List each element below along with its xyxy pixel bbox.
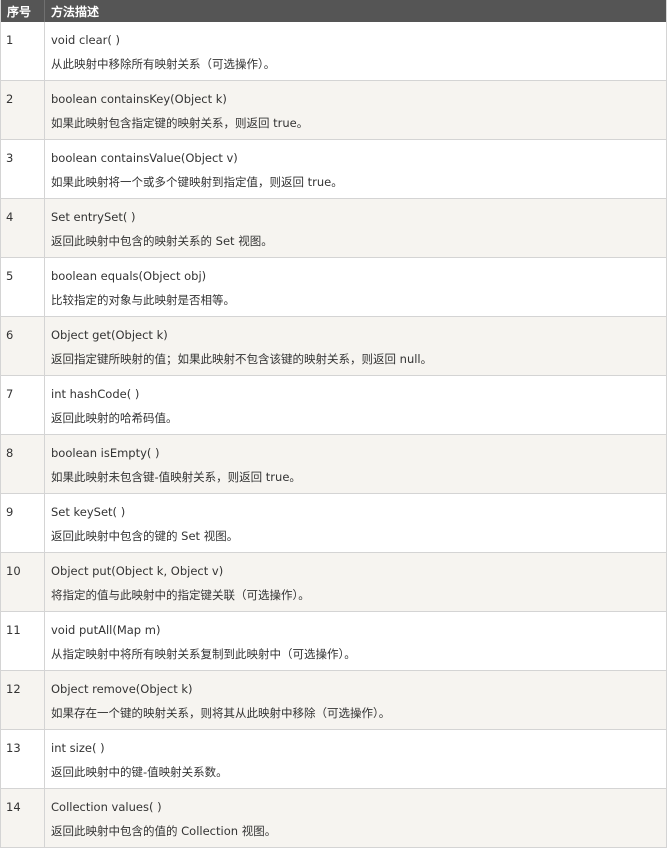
- method-cell-content: boolean equals(Object obj) 比较指定的对象与此映射是否相…: [45, 258, 666, 307]
- method-signature: void clear( ): [51, 33, 120, 47]
- row-index: 9: [0, 493, 45, 553]
- method-signature: Object remove(Object k): [51, 682, 193, 696]
- method-signature: Object put(Object k, Object v): [51, 564, 224, 578]
- header-index: 序号: [0, 0, 45, 22]
- method-signature: boolean equals(Object obj): [51, 269, 207, 283]
- method-cell-content: Set keySet( ) 返回此映射中包含的键的 Set 视图。: [45, 494, 666, 543]
- method-description: 返回此映射的哈希码值。: [51, 411, 178, 425]
- method-cell-content: Object remove(Object k) 如果存在一个键的映射关系，则将其从…: [45, 671, 666, 720]
- method-signature: boolean isEmpty( ): [51, 446, 160, 460]
- table-row: 3 boolean containsValue(Object v) 如果此映射将一个…: [0, 139, 667, 199]
- row-index: 13: [0, 729, 45, 789]
- method-signature: Collection values( ): [51, 800, 162, 814]
- method-cell-content: Object put(Object k, Object v) 将指定的值与此映射中…: [45, 553, 666, 602]
- table-row: 6 Object get(Object k) 返回指定键所映射的值；如果此映射不包含…: [0, 316, 667, 376]
- row-index: 2: [0, 80, 45, 140]
- row-method-cell: Object remove(Object k) 如果存在一个键的映射关系，则将其从…: [44, 670, 667, 730]
- method-signature: Set entrySet( ): [51, 210, 136, 224]
- method-signature: Set keySet( ): [51, 505, 126, 519]
- row-method-cell: Collection values( ) 返回此映射中包含的值的 Collecti…: [44, 788, 667, 848]
- row-method-cell: void putAll(Map m) 从指定映射中将所有映射关系复制到此映射中（可…: [44, 611, 667, 671]
- method-description: 如果此映射未包含键-值映射关系，则返回 true。: [51, 470, 301, 484]
- row-method-cell: boolean containsValue(Object v) 如果此映射将一个或…: [44, 139, 667, 199]
- method-cell-content: Collection values( ) 返回此映射中包含的值的 Collecti…: [45, 789, 666, 838]
- method-description: 返回此映射中的键-值映射关系数。: [51, 765, 228, 779]
- table-row: 11 void putAll(Map m) 从指定映射中将所有映射关系复制到此映射中…: [0, 611, 667, 671]
- method-signature: boolean containsValue(Object v): [51, 151, 238, 165]
- row-method-cell: Set entrySet( ) 返回此映射中包含的映射关系的 Set 视图。: [44, 198, 667, 258]
- header-row: 序号 方法描述: [0, 0, 667, 22]
- row-index: 8: [0, 434, 45, 494]
- row-index: 10: [0, 552, 45, 612]
- method-cell-content: Object get(Object k) 返回指定键所映射的值；如果此映射不包含该…: [45, 317, 666, 366]
- table-row: 13 int size( ) 返回此映射中的键-值映射关系数。: [0, 729, 667, 789]
- table-row: 14 Collection values( ) 返回此映射中包含的值的 Collec…: [0, 788, 667, 848]
- method-description: 从指定映射中将所有映射关系复制到此映射中（可选操作）。: [51, 647, 356, 661]
- row-index: 3: [0, 139, 45, 199]
- row-index: 4: [0, 198, 45, 258]
- method-description: 如果此映射包含指定键的映射关系，则返回 true。: [51, 116, 309, 130]
- table-row: 8 boolean isEmpty( ) 如果此映射未包含键-值映射关系，则返回 t…: [0, 434, 667, 494]
- row-index: 14: [0, 788, 45, 848]
- table-row: 4 Set entrySet( ) 返回此映射中包含的映射关系的 Set 视图。: [0, 198, 667, 258]
- table-body: 1 void clear( ) 从此映射中移除所有映射关系（可选操作）。 2 bool…: [0, 22, 667, 848]
- table-row: 2 boolean containsKey(Object k) 如果此映射包含指定键…: [0, 80, 667, 140]
- method-cell-content: int size( ) 返回此映射中的键-值映射关系数。: [45, 730, 666, 779]
- method-table: 序号 方法描述 1 void clear( ) 从此映射中移除所有映射关系（可选操…: [0, 0, 667, 848]
- table-row: 5 boolean equals(Object obj) 比较指定的对象与此映射是否…: [0, 257, 667, 317]
- row-method-cell: Set keySet( ) 返回此映射中包含的键的 Set 视图。: [44, 493, 667, 553]
- row-index: 6: [0, 316, 45, 376]
- method-cell-content: boolean isEmpty( ) 如果此映射未包含键-值映射关系，则返回 tr…: [45, 435, 666, 484]
- method-description: 比较指定的对象与此映射是否相等。: [51, 293, 235, 307]
- method-signature: int hashCode( ): [51, 387, 140, 401]
- row-method-cell: int size( ) 返回此映射中的键-值映射关系数。: [44, 729, 667, 789]
- method-description: 如果此映射将一个或多个键映射到指定值，则返回 true。: [51, 175, 343, 189]
- row-method-cell: boolean isEmpty( ) 如果此映射未包含键-值映射关系，则返回 tr…: [44, 434, 667, 494]
- method-cell-content: void putAll(Map m) 从指定映射中将所有映射关系复制到此映射中（可…: [45, 612, 666, 661]
- row-method-cell: Object put(Object k, Object v) 将指定的值与此映射中…: [44, 552, 667, 612]
- method-description: 返回此映射中包含的值的 Collection 视图。: [51, 824, 277, 838]
- row-index: 1: [0, 22, 45, 81]
- table-row: 10 Object put(Object k, Object v) 将指定的值与此映…: [0, 552, 667, 612]
- table-row: 1 void clear( ) 从此映射中移除所有映射关系（可选操作）。: [0, 22, 667, 81]
- table-header: 序号 方法描述: [0, 0, 667, 22]
- method-cell-content: Set entrySet( ) 返回此映射中包含的映射关系的 Set 视图。: [45, 199, 666, 248]
- method-description: 返回此映射中包含的键的 Set 视图。: [51, 529, 239, 543]
- method-cell-content: boolean containsValue(Object v) 如果此映射将一个或…: [45, 140, 666, 189]
- method-description: 从此映射中移除所有映射关系（可选操作）。: [51, 57, 276, 71]
- method-signature: Object get(Object k): [51, 328, 168, 342]
- row-index: 12: [0, 670, 45, 730]
- table-row: 7 int hashCode( ) 返回此映射的哈希码值。: [0, 375, 667, 435]
- row-index: 5: [0, 257, 45, 317]
- header-description: 方法描述: [44, 0, 667, 22]
- row-index: 11: [0, 611, 45, 671]
- method-signature: void putAll(Map m): [51, 623, 161, 637]
- row-method-cell: void clear( ) 从此映射中移除所有映射关系（可选操作）。: [44, 22, 667, 81]
- method-cell-content: void clear( ) 从此映射中移除所有映射关系（可选操作）。: [45, 22, 666, 71]
- method-signature: boolean containsKey(Object k): [51, 92, 227, 106]
- table-row: 12 Object remove(Object k) 如果存在一个键的映射关系，则将…: [0, 670, 667, 730]
- row-method-cell: int hashCode( ) 返回此映射的哈希码值。: [44, 375, 667, 435]
- method-description: 返回指定键所映射的值；如果此映射不包含该键的映射关系，则返回 null。: [51, 352, 433, 366]
- row-method-cell: Object get(Object k) 返回指定键所映射的值；如果此映射不包含该…: [44, 316, 667, 376]
- table-row: 9 Set keySet( ) 返回此映射中包含的键的 Set 视图。: [0, 493, 667, 553]
- method-cell-content: boolean containsKey(Object k) 如果此映射包含指定键的…: [45, 81, 666, 130]
- method-description: 将指定的值与此映射中的指定键关联（可选操作）。: [51, 588, 310, 602]
- row-method-cell: boolean containsKey(Object k) 如果此映射包含指定键的…: [44, 80, 667, 140]
- row-method-cell: boolean equals(Object obj) 比较指定的对象与此映射是否相…: [44, 257, 667, 317]
- row-index: 7: [0, 375, 45, 435]
- method-cell-content: int hashCode( ) 返回此映射的哈希码值。: [45, 376, 666, 425]
- method-signature: int size( ): [51, 741, 105, 755]
- method-description: 返回此映射中包含的映射关系的 Set 视图。: [51, 234, 273, 248]
- method-description: 如果存在一个键的映射关系，则将其从此映射中移除（可选操作）。: [51, 706, 391, 720]
